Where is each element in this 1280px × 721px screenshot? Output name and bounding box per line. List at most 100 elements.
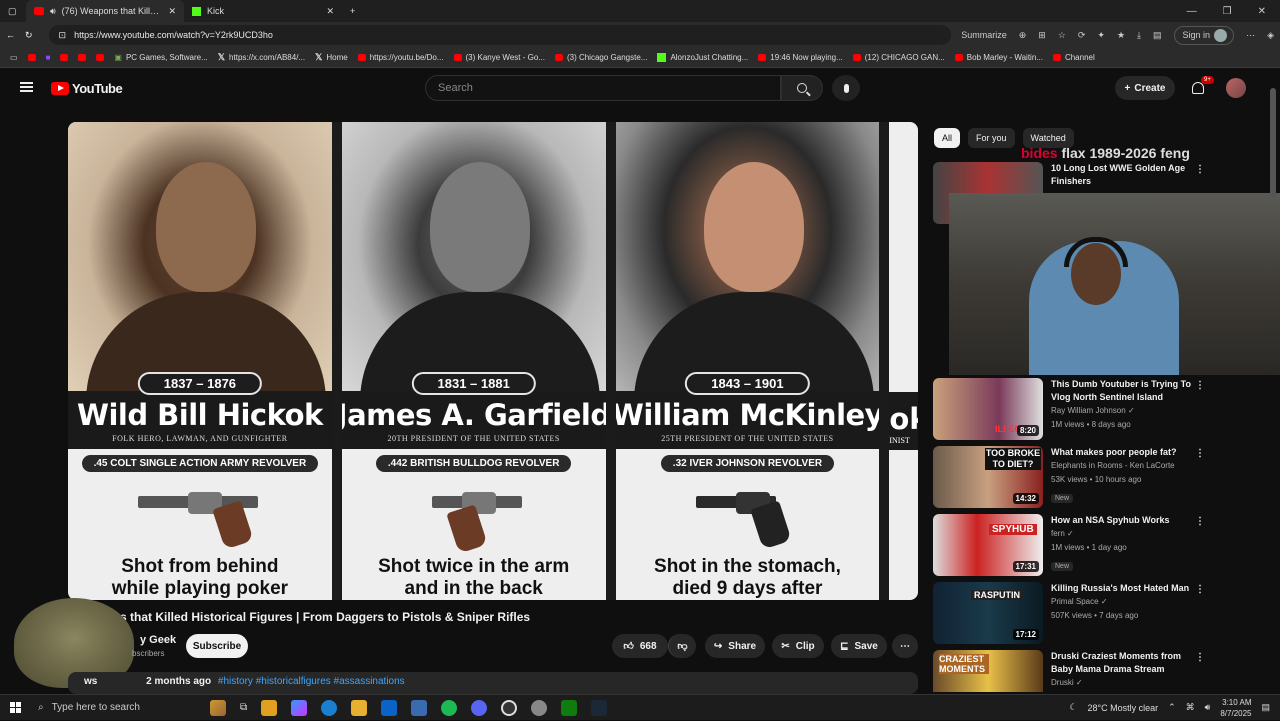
rec-title[interactable]: This Dumb Youtuber is Trying To Vlog Nor… <box>1051 378 1201 404</box>
youtube-logo[interactable]: YouTube <box>51 81 123 96</box>
create-button[interactable]: + Create <box>1115 76 1175 100</box>
bookmark-item[interactable]: (3) Kanye West - Go... <box>453 53 545 62</box>
bookmark-item[interactable]: AlonzoJust Chatting... <box>657 53 748 62</box>
outlook-icon[interactable] <box>381 699 398 716</box>
rec-title[interactable]: What makes poor people fat? <box>1051 446 1201 459</box>
close-window-icon[interactable]: ✕ <box>1258 6 1266 17</box>
bookmark-item[interactable]: Bob Marley - Waitin... <box>954 53 1043 62</box>
rec-channel[interactable]: Druski ✓ <box>1051 676 1201 690</box>
refresh-page-icon[interactable]: ⟳ <box>1078 30 1086 41</box>
chip-for-you[interactable]: For you <box>968 128 1015 148</box>
share-button[interactable]: ↪ Share <box>705 634 765 658</box>
video-thumbnail[interactable]: SPYHUB 17:31 <box>933 514 1043 576</box>
download-icon[interactable]: ⤓ <box>1137 30 1141 41</box>
weather-icon[interactable]: ☾ <box>1069 702 1077 713</box>
more-icon[interactable]: ⋮ <box>1195 584 1205 595</box>
recommendation-item[interactable]: TOO BROKE TO DIET? 14:32 What makes poor… <box>933 446 1263 508</box>
file-explorer-icon[interactable] <box>351 699 368 716</box>
translate-icon[interactable]: ⊕ <box>1019 30 1027 41</box>
rec-channel[interactable]: Ray William Johnson ✓ <box>1051 404 1201 418</box>
close-tab-icon[interactable]: ✕ <box>168 6 176 17</box>
copilot-icon[interactable]: ◈ <box>1267 30 1274 41</box>
subscribe-button[interactable]: Subscribe <box>186 634 248 658</box>
bookmark-item[interactable]: (12) CHICAGO GAN... <box>852 53 945 62</box>
start-button[interactable] <box>0 702 30 713</box>
rec-title[interactable]: 10 Long Lost WWE Golden Age Finishers <box>1051 162 1201 188</box>
sign-in-button[interactable]: Sign in <box>1173 25 1235 45</box>
page-scrollbar[interactable] <box>1270 88 1276 198</box>
chip-all[interactable]: All <box>934 128 961 148</box>
description-box[interactable]: ws 2 months ago #history #historicalfigu… <box>68 672 918 694</box>
bookmark-item[interactable]: (3) Chicago Gangste... <box>554 53 647 62</box>
recommendation-item[interactable]: ILLEG 8:20 This Dumb Youtuber is Trying … <box>933 378 1263 440</box>
taskbar-search[interactable]: ⌕ Type here to search <box>30 695 190 721</box>
hashtags[interactable]: #history #historicalfigures #assassinati… <box>218 676 405 687</box>
summarize-button[interactable]: Summarize <box>961 30 1007 40</box>
chrome-icon[interactable] <box>501 699 518 716</box>
more-icon[interactable]: ⋮ <box>1195 164 1205 175</box>
speaker-icon[interactable]: 🔊︎ <box>50 6 56 17</box>
save-button[interactable]: ⊑ Save <box>831 634 887 658</box>
bookmark-item[interactable]: 𝕏 Home <box>315 52 348 63</box>
channel-name[interactable]: y Geek <box>140 634 176 646</box>
rec-title[interactable]: Druski Craziest Moments from Baby Mama D… <box>1051 650 1201 676</box>
youtube-bookmark-icon[interactable] <box>78 54 87 61</box>
favorites-icon[interactable]: ★ <box>1117 30 1125 41</box>
grid-icon[interactable]: ⊞ <box>1038 30 1046 41</box>
more-icon[interactable]: ⋮ <box>1195 448 1205 459</box>
more-icon[interactable]: ⋮ <box>1195 516 1205 527</box>
bookmark-item[interactable]: 𝕏https://x.com/AB84/... <box>218 52 305 63</box>
copilot-app-icon[interactable] <box>291 699 308 716</box>
tab-youtube[interactable]: 🔊︎ (76) Weapons that Killed Hist ✕ <box>26 0 184 22</box>
dislike-button[interactable]: 👎︎ <box>668 634 696 658</box>
like-button[interactable]: 👍︎ 668 <box>612 634 668 658</box>
notifications-icon[interactable] <box>1192 82 1204 94</box>
bookmark-item[interactable]: Channel <box>1052 53 1095 62</box>
rec-channel[interactable]: Elephants in Rooms - Ken LaCorte <box>1051 459 1201 473</box>
video-thumbnail[interactable]: ILLEG 8:20 <box>933 378 1043 440</box>
more-icon[interactable]: ⋮ <box>1195 652 1205 663</box>
widget-icon[interactable] <box>210 699 226 716</box>
tab-actions-icon[interactable]: ▢ <box>0 0 26 22</box>
reload-icon[interactable]: ↻ <box>25 30 33 41</box>
extensions-icon[interactable]: ✦ <box>1097 30 1105 41</box>
bookmark-item[interactable]: ▣ PC Games, Software... <box>114 53 207 62</box>
close-tab-icon[interactable]: ✕ <box>326 6 334 17</box>
more-icon[interactable]: ⋯ <box>1246 30 1255 41</box>
clock[interactable]: 3:10 AM 8/7/2025 <box>1220 697 1251 719</box>
recommendation-item[interactable]: RASPUTIN 17:12 Killing Russia's Most Hat… <box>933 582 1263 644</box>
discord-icon[interactable] <box>471 699 488 716</box>
video-player[interactable]: 1837 – 1876 Wild Bill Hickok Folk Hero, … <box>68 122 918 600</box>
recommendation-item[interactable]: CRAZIEST MOMENTS Druski Craziest Moments… <box>933 650 1263 692</box>
site-info-icon[interactable]: ⊡ <box>59 30 67 41</box>
maximize-icon[interactable]: ❐ <box>1223 6 1232 17</box>
xbox-icon[interactable] <box>561 699 578 716</box>
weather-text[interactable]: 28°C Mostly clear <box>1088 703 1159 713</box>
steam-icon[interactable] <box>591 699 608 716</box>
more-icon[interactable]: ⋮ <box>1195 380 1205 391</box>
recommendation-item[interactable]: SPYHUB 17:31 How an NSA Spyhub Works fer… <box>933 514 1263 576</box>
rec-channel[interactable]: fern ✓ <box>1051 527 1201 541</box>
back-icon[interactable]: ← <box>6 30 15 40</box>
search-input[interactable]: Search <box>425 75 781 101</box>
youtube-bookmark-icon[interactable] <box>96 54 105 61</box>
twitch-bookmark-icon[interactable]: ■ <box>46 53 51 62</box>
youtube-bookmark-icon[interactable] <box>60 54 69 61</box>
more-actions-button[interactable]: ⋯ <box>892 634 918 658</box>
star-icon[interactable]: ☆ <box>1058 30 1066 41</box>
rec-title[interactable]: How an NSA Spyhub Works <box>1051 514 1201 527</box>
notification-center-icon[interactable]: ▤ <box>1261 702 1270 713</box>
volume-icon[interactable]: 🔊︎ <box>1205 702 1211 713</box>
edge-icon[interactable] <box>321 699 338 716</box>
bookmark-folder-icon[interactable]: ▭ <box>10 53 18 62</box>
video-thumbnail[interactable]: RASPUTIN 17:12 <box>933 582 1043 644</box>
network-icon[interactable]: ⌘ <box>1186 702 1195 713</box>
clip-button[interactable]: ✂ Clip <box>772 634 824 658</box>
bookmark-item[interactable]: https://youtu.be/Do... <box>357 53 444 62</box>
collections-icon[interactable]: ▤ <box>1153 30 1162 41</box>
video-thumbnail[interactable]: CRAZIEST MOMENTS <box>933 650 1043 692</box>
bookmark-item[interactable]: 19:46 Now playing... <box>758 53 843 62</box>
rec-channel[interactable]: Primal Space ✓ <box>1051 595 1201 609</box>
avatar[interactable] <box>1226 78 1246 98</box>
store-icon[interactable] <box>261 699 278 716</box>
